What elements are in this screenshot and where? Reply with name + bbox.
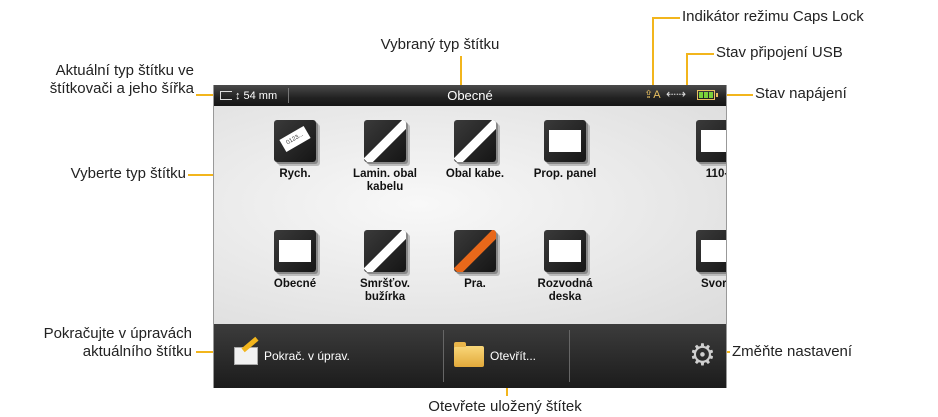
- callout-open-saved: Otevřete uložený štítek: [428, 398, 582, 415]
- laminated-cable-wrap-icon: [364, 120, 406, 162]
- callout-power: Stav napájení: [755, 85, 847, 102]
- tile-patch-panel[interactable]: Prop. panel: [520, 120, 610, 181]
- callout-change-settings: Změňte nastavení: [732, 343, 853, 360]
- tile-flag[interactable]: Pra.: [430, 230, 520, 291]
- bottom-toolbar: Pokrač. v úprav. Otevřít... ⚙: [214, 324, 726, 388]
- tile-label: Obal kabe.: [445, 168, 505, 180]
- tile-terminal-block[interactable]: Svork: [672, 230, 727, 291]
- tile-general[interactable]: Obecné: [250, 230, 340, 291]
- battery-icon: [697, 90, 718, 100]
- folder-icon: [454, 341, 484, 367]
- flag-label-icon: [454, 230, 496, 272]
- tile-110-block[interactable]: 110-: [672, 120, 727, 181]
- tile-label: Rozvodná deska: [537, 278, 593, 303]
- tile-heat-shrink-tube[interactable]: Smršťov. bužírka: [340, 230, 430, 304]
- leader-line: [686, 53, 688, 87]
- tile-label: Rych.: [279, 168, 311, 180]
- tile-label: Svork: [701, 278, 727, 290]
- terminal-block-icon: [696, 230, 726, 272]
- callout-usb: Stav připojení USB: [716, 44, 843, 61]
- heat-shrink-tube-icon: [364, 230, 406, 272]
- leader-line: [196, 94, 214, 96]
- quick-label-icon: 0123...: [274, 120, 316, 162]
- leader-line: [686, 53, 714, 55]
- caps-lock-icon: ⇪A: [644, 89, 661, 101]
- label-type-grid: 0123... Rych. Lamin. obal kabelu Obal ka…: [214, 106, 726, 324]
- tile-laminated-cable-wrap[interactable]: Lamin. obal kabelu: [340, 120, 430, 194]
- edit-pencil-icon: [234, 347, 258, 365]
- device-screen: ↕ 54 mm Obecné ⇪A ⇠⇢ 0123... Rych. Lamin…: [213, 85, 727, 388]
- usb-icon: ⇠⇢: [666, 87, 687, 101]
- divider: [569, 330, 570, 382]
- general-label-icon: [274, 230, 316, 272]
- continue-editing-button[interactable]: Pokrač. v úprav.: [234, 334, 350, 378]
- tile-distribution-panel[interactable]: Rozvodná deska: [520, 230, 610, 304]
- tile-label: 110-: [705, 168, 727, 180]
- callout-choose-label-type: Vyberte typ štítku: [70, 165, 186, 182]
- tile-cable-wrap[interactable]: Obal kabe.: [430, 120, 520, 181]
- callout-current-label-type: Aktuální typ štítku ve štítkovači a jeho…: [49, 62, 194, 97]
- settings-button[interactable]: ⚙: [689, 334, 716, 378]
- cable-wrap-icon: [454, 120, 496, 162]
- leader-line: [652, 17, 654, 87]
- patch-panel-icon: [544, 120, 586, 162]
- tile-label: Obecné: [273, 278, 317, 290]
- status-bar: ↕ 54 mm Obecné ⇪A ⇠⇢: [214, 85, 726, 106]
- tile-quick[interactable]: 0123... Rych.: [250, 120, 340, 181]
- tile-label: Pra.: [464, 278, 486, 290]
- tile-label: Lamin. obal kabelu: [353, 168, 417, 193]
- leader-line: [652, 17, 680, 19]
- 110-block-icon: [696, 120, 726, 162]
- open-button[interactable]: Otevřít...: [454, 334, 536, 378]
- callout-selected-label-type: Vybraný typ štítku: [380, 36, 500, 53]
- open-label: Otevřít...: [490, 349, 537, 363]
- callout-caps-lock: Indikátor režimu Caps Lock: [682, 8, 864, 25]
- tile-label: Smršťov. bužírka: [359, 278, 411, 303]
- leader-line: [460, 56, 462, 86]
- distribution-panel-icon: [544, 230, 586, 272]
- callout-continue-editing: Pokračujte v úpravách aktuálního štítku: [43, 325, 192, 360]
- tile-label: Prop. panel: [533, 168, 597, 180]
- gear-icon: ⚙: [689, 339, 716, 372]
- continue-editing-label: Pokrač. v úprav.: [264, 349, 350, 363]
- divider: [443, 330, 444, 382]
